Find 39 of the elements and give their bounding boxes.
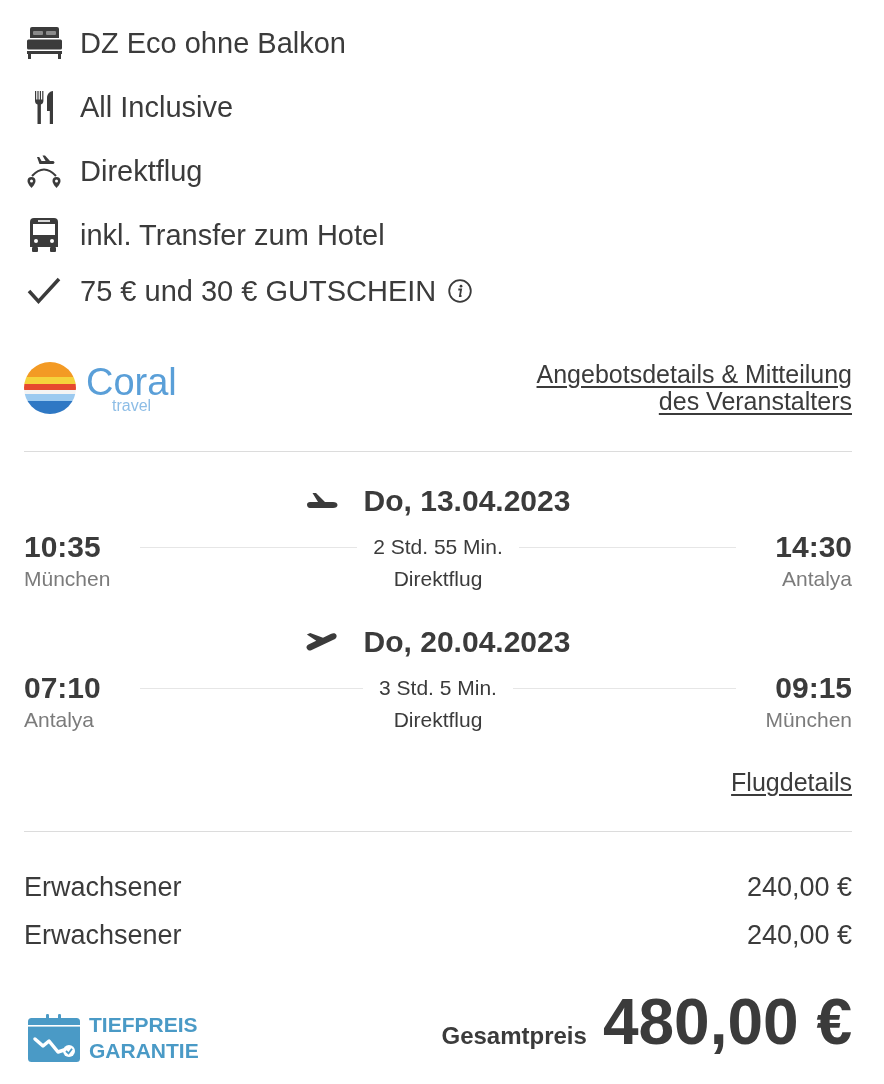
- flight-duration: 2 Std. 55 Min.: [372, 534, 504, 560]
- feature-text: inkl. Transfer zum Hotel: [80, 218, 385, 252]
- arrival-city: München: [765, 707, 852, 733]
- cutlery-icon: [35, 90, 53, 124]
- flight-date: Do, 20.04.2023: [363, 625, 571, 659]
- departure-time: 07:10: [24, 672, 101, 704]
- plane-icon: [305, 492, 338, 510]
- flight-details-link[interactable]: Flugdetails: [731, 767, 852, 797]
- departure-time: 10:35: [24, 531, 101, 563]
- plane-route-icon: [27, 154, 61, 188]
- traveller-label: Erwachsener: [24, 871, 182, 903]
- total-price: 480,00 €: [602, 987, 852, 1057]
- calendar-chart-icon: [28, 1014, 80, 1062]
- info-icon[interactable]: [448, 279, 473, 303]
- flight-date: Do, 13.04.2023: [363, 484, 571, 518]
- feature-text: 75 € und 30 € GUTSCHEIN: [80, 274, 437, 308]
- departure-city: München: [24, 566, 111, 592]
- logo-tagline: travel: [112, 397, 152, 414]
- flight-type: Direktflug: [393, 707, 483, 733]
- arrival-time: 09:15: [775, 672, 852, 704]
- total-label: Gesamtpreis: [441, 1022, 587, 1050]
- offer-details-link[interactable]: Angebotsdetails & Mitteilung des Veranstalters: [507, 360, 852, 415]
- traveller-label: Erwachsener: [24, 919, 182, 951]
- feature-text: DZ Eco ohne Balkon: [80, 26, 346, 60]
- departure-city: Antalya: [24, 707, 95, 733]
- arrival-time: 14:30: [775, 531, 852, 563]
- feature-text: Direktflug: [80, 154, 203, 188]
- feature-text: All Inclusive: [80, 90, 234, 124]
- bed-icon: [26, 27, 62, 59]
- bus-icon: [30, 218, 58, 252]
- traveller-price: 240,00 €: [746, 919, 852, 951]
- plane-icon: [305, 632, 338, 652]
- flight-duration: 3 Std. 5 Min.: [378, 675, 498, 701]
- traveller-price: 240,00 €: [746, 871, 852, 903]
- guarantee-text: TIEFPREIS GARANTIE: [89, 1012, 199, 1064]
- flight-type: Direktflug: [393, 566, 483, 592]
- checkmark-icon: [26, 276, 62, 306]
- striped-ball-icon: [24, 361, 76, 414]
- arrival-city: Antalya: [781, 566, 852, 592]
